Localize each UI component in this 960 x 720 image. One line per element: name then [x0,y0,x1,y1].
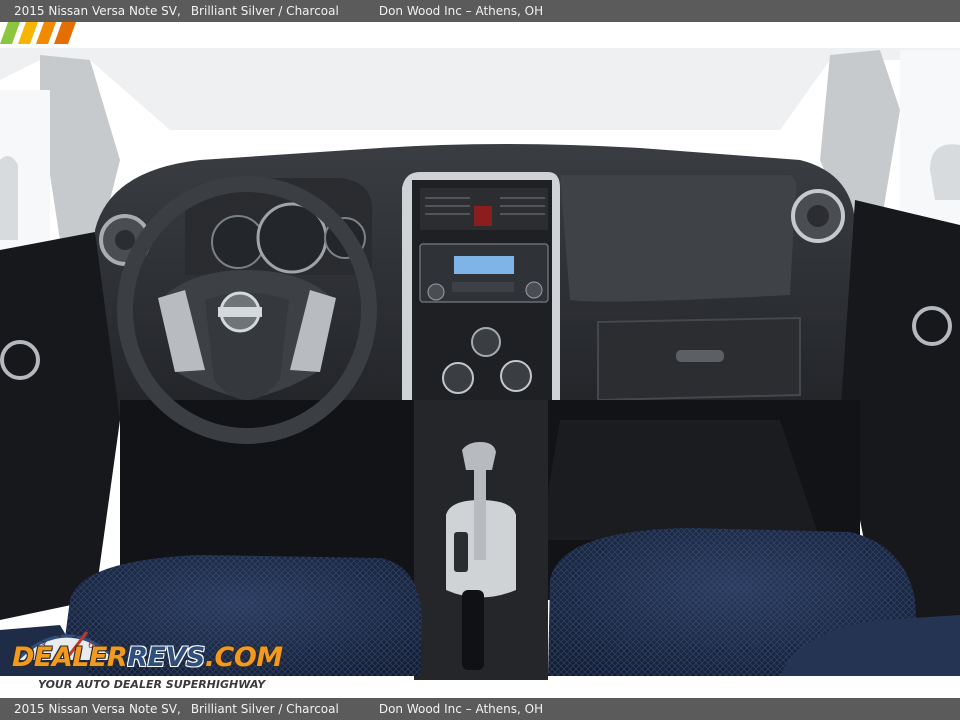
bottom-caption-bar: 2015 Nissan Versa Note SV, Brilliant Sil… [0,698,960,720]
caption-color-bottom: Brilliant Silver / Charcoal [190,702,339,716]
radio-tune-knob [525,281,543,299]
glovebox-handle [676,350,724,362]
brand-stripes-icon [0,22,76,44]
gauge-digit-2: 4 [56,630,62,641]
gear-indicator [454,532,468,572]
mode-knob [500,360,532,392]
caption-model-bottom: 2015 Nissan Versa Note SV, [14,702,181,716]
watermark-tagline: YOUR AUTO DEALER SUPERHIGHWAY [38,678,266,691]
nissan-logo-icon [218,291,262,333]
caption-dealer: Don Wood Inc – Athens, OH [378,4,544,18]
parking-brake [462,590,484,670]
temp-knob [442,362,474,394]
radio-volume-knob [427,283,445,301]
vent-right-center [807,205,829,227]
caption-color: Brilliant Silver / Charcoal [190,4,339,18]
top-caption-bar: 2015 Nissan Versa Note SV, Brilliant Sil… [0,0,960,22]
vent-left-center [115,230,135,250]
mirror-left [0,156,18,240]
radio-buttons [452,282,514,292]
car-interior-photo: 3 4 5 6 DEALERREVS.COM YOUR AUTO DEALER … [0,22,960,698]
watermark-brand: DEALERREVS.COM [12,642,283,673]
fan-knob [471,327,501,357]
footwell-mat-right [540,420,820,540]
hazard-button [474,206,492,226]
watermark-brand-part3: .COM [204,642,283,673]
mirror-right [930,144,960,200]
passenger-dash-panel [560,175,797,302]
caption-dealer-bottom: Don Wood Inc – Athens, OH [378,702,544,716]
watermark-brand-part1: DEALER [12,642,128,673]
caption-model: 2015 Nissan Versa Note SV, [14,4,181,18]
interior-illustration [0,22,960,680]
gauge-tach [211,215,265,269]
gauge-digit-3: 5 [72,630,78,641]
watermark-brand-part2: REVS [127,642,205,673]
door-panel-left [0,232,120,620]
dealer-watermark: 3 4 5 6 DEALERREVS.COM YOUR AUTO DEALER … [12,622,283,694]
radio-display [454,256,514,274]
